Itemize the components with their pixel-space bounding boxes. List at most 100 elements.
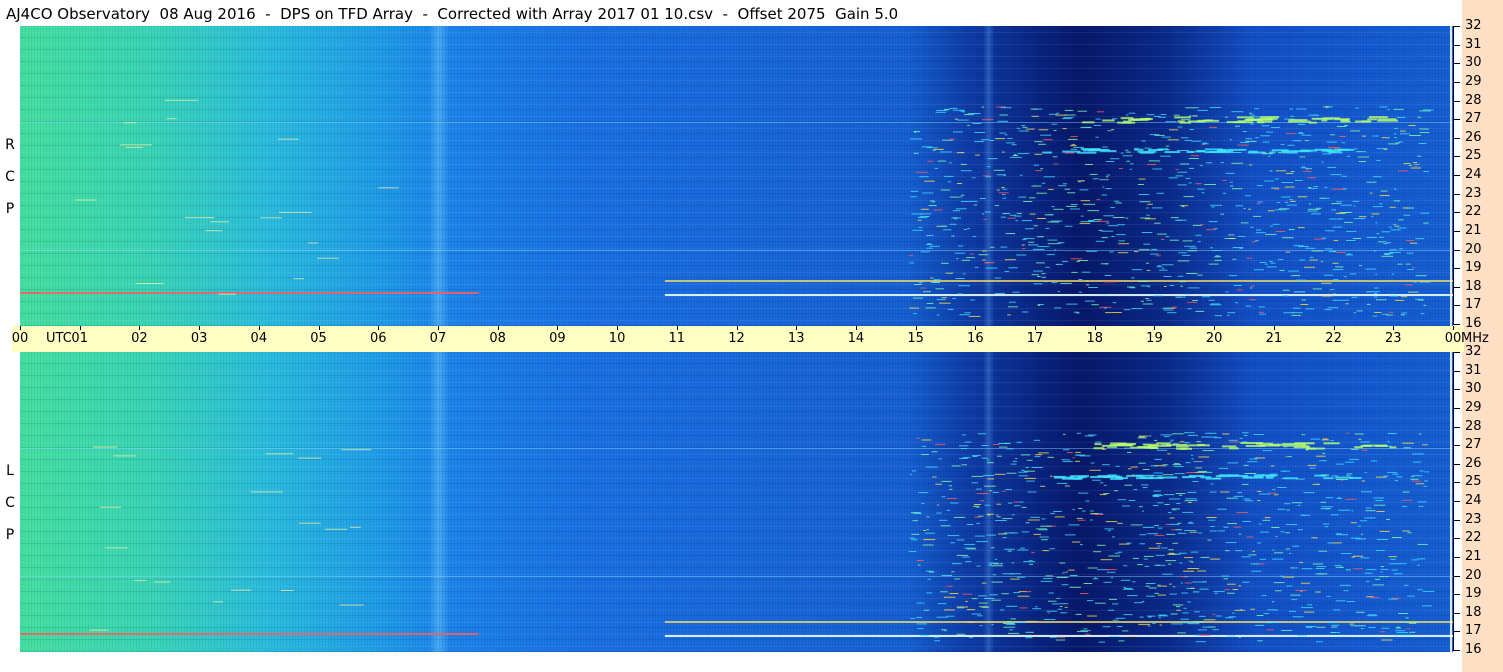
lcp-emission-speck (964, 547, 976, 549)
rcp-emission-speck (1269, 261, 1273, 262)
lcp-emission-speck (1364, 517, 1372, 519)
rcp-emission-speck (1332, 293, 1336, 295)
lcp-emission-dash (1229, 447, 1239, 450)
lcp-emission-speck (1263, 613, 1270, 615)
rcp-emission-speck (1248, 208, 1251, 210)
lcp-emission-speck (1103, 493, 1110, 495)
lcp-emission-speck (976, 541, 988, 543)
rcp-emission-speck (1397, 263, 1403, 265)
rcp-emission-speck (1285, 251, 1291, 253)
rcp-emission-speck (971, 177, 976, 179)
rcp-emission-speck (963, 229, 968, 230)
lcp-emission-speck (1412, 475, 1423, 477)
lcp-emission-dash (1255, 442, 1274, 445)
lcp-emission-speck (1398, 613, 1409, 614)
rcp-emission-speck (1332, 269, 1344, 271)
rcp-emission-speck (1062, 128, 1067, 130)
lcp-emission-speck (1321, 439, 1330, 441)
lcp-emission-speck (1002, 518, 1013, 520)
lcp-emission-speck (1252, 550, 1255, 552)
rcp-emission-speck (993, 169, 1005, 171)
lcp-emission-speck (1225, 542, 1237, 544)
rcp-emission-speck (1232, 258, 1237, 260)
rcp-emission-dash (1377, 119, 1398, 122)
rcp-emission-speck (1080, 221, 1093, 223)
time-tick-mark (258, 326, 260, 330)
lcp-emission-speck (965, 600, 968, 602)
lcp-emission-speck (1142, 487, 1148, 489)
rcp-emission-speck (1118, 243, 1130, 245)
rcp-emission-speck (1066, 303, 1078, 305)
lcp-emission-speck (1061, 572, 1066, 574)
time-tick-label: 03 (190, 331, 208, 346)
lcp-emission-speck (934, 640, 940, 642)
rcp-emission-speck (1021, 244, 1025, 246)
lcp-emission-speck (1115, 465, 1120, 467)
lcp-emission-speck (1281, 630, 1292, 631)
lcp-emission-speck (1379, 576, 1385, 578)
lcp-emission-speck (961, 434, 966, 436)
rcp-emission-speck (1378, 241, 1387, 243)
lcp-emission-speck (1182, 612, 1189, 614)
rcp-emission-speck (1083, 203, 1095, 205)
rcp-emission-speck (910, 138, 922, 140)
lcp-emission-speck (1171, 508, 1180, 510)
lcp-emission-speck (1105, 569, 1117, 571)
lcp-emission-speck (1027, 491, 1037, 493)
rcp-emission-speck (914, 284, 922, 285)
rcp-emission-speck (1202, 144, 1205, 146)
lcp-emission-speck (922, 544, 934, 546)
rcp-emission-speck (987, 166, 991, 168)
rcp-emission-speck (1179, 281, 1187, 283)
rcp-emission-speck (913, 313, 917, 314)
lcp-frequency-tick (1453, 408, 1460, 409)
lcp-emission-speck (1345, 432, 1350, 434)
rcp-emission-speck (932, 201, 936, 203)
rcp-frequency-tick (1453, 324, 1460, 325)
rcp-emission-speck (1298, 246, 1309, 248)
lcp-emission-dash (1182, 476, 1196, 479)
lcp-emission-speck (1268, 492, 1277, 494)
rcp-emission-speck (947, 308, 954, 310)
lcp-emission-speck (1025, 467, 1029, 468)
rcp-emission-speck (1134, 251, 1139, 253)
rcp-emission-speck (921, 146, 933, 148)
rcp-emission-speck (949, 272, 953, 274)
lcp-emission-speck (1117, 626, 1123, 627)
rcp-emission-speck (949, 107, 958, 109)
rcp-emission-speck (1006, 142, 1015, 144)
rcp-emission-speck (1372, 206, 1383, 208)
rcp-emission-speck (1002, 151, 1005, 153)
rcp-emission-speck (1138, 184, 1144, 185)
lcp-emission-dash (1053, 475, 1066, 478)
rcp-emission-speck (1206, 162, 1213, 164)
rcp-emission-speck (1291, 275, 1301, 277)
time-tick-mark (1333, 326, 1335, 330)
lcp-emission-speck (1260, 531, 1269, 533)
rcp-emission-speck (1376, 233, 1380, 235)
rcp-emission-speck (1023, 238, 1035, 240)
lcp-emission-speck (1123, 587, 1126, 588)
lcp-emission-speck (1069, 575, 1078, 576)
lcp-emission-speck (994, 473, 1006, 475)
rcp-emission-speck (996, 189, 1000, 191)
rcp-emission-speck (1060, 282, 1072, 284)
rcp-emission-speck (1070, 148, 1078, 150)
lcp-emission-speck (1404, 621, 1411, 623)
lcp-emission-speck (1301, 607, 1313, 609)
rcp-emission-speck (1175, 169, 1179, 170)
lcp-emission-speck (1062, 461, 1073, 463)
time-tick-mark (1214, 326, 1216, 330)
lcp-emission-speck (1273, 494, 1279, 496)
rcp-emission-speck (1047, 239, 1058, 241)
rcp-emission-speck (1405, 284, 1413, 286)
lcp-emission-speck (1197, 570, 1207, 572)
lcp-emission-speck (1094, 514, 1104, 515)
rcp-emission-speck (1202, 142, 1207, 144)
rcp-emission-speck (1041, 273, 1046, 275)
rcp-emission-speck (1211, 303, 1220, 305)
rcp-emission-speck (1147, 286, 1151, 288)
time-tick-mark (199, 326, 201, 330)
lcp-emission-speck (925, 466, 938, 468)
lcp-emission-speck (1242, 521, 1251, 522)
